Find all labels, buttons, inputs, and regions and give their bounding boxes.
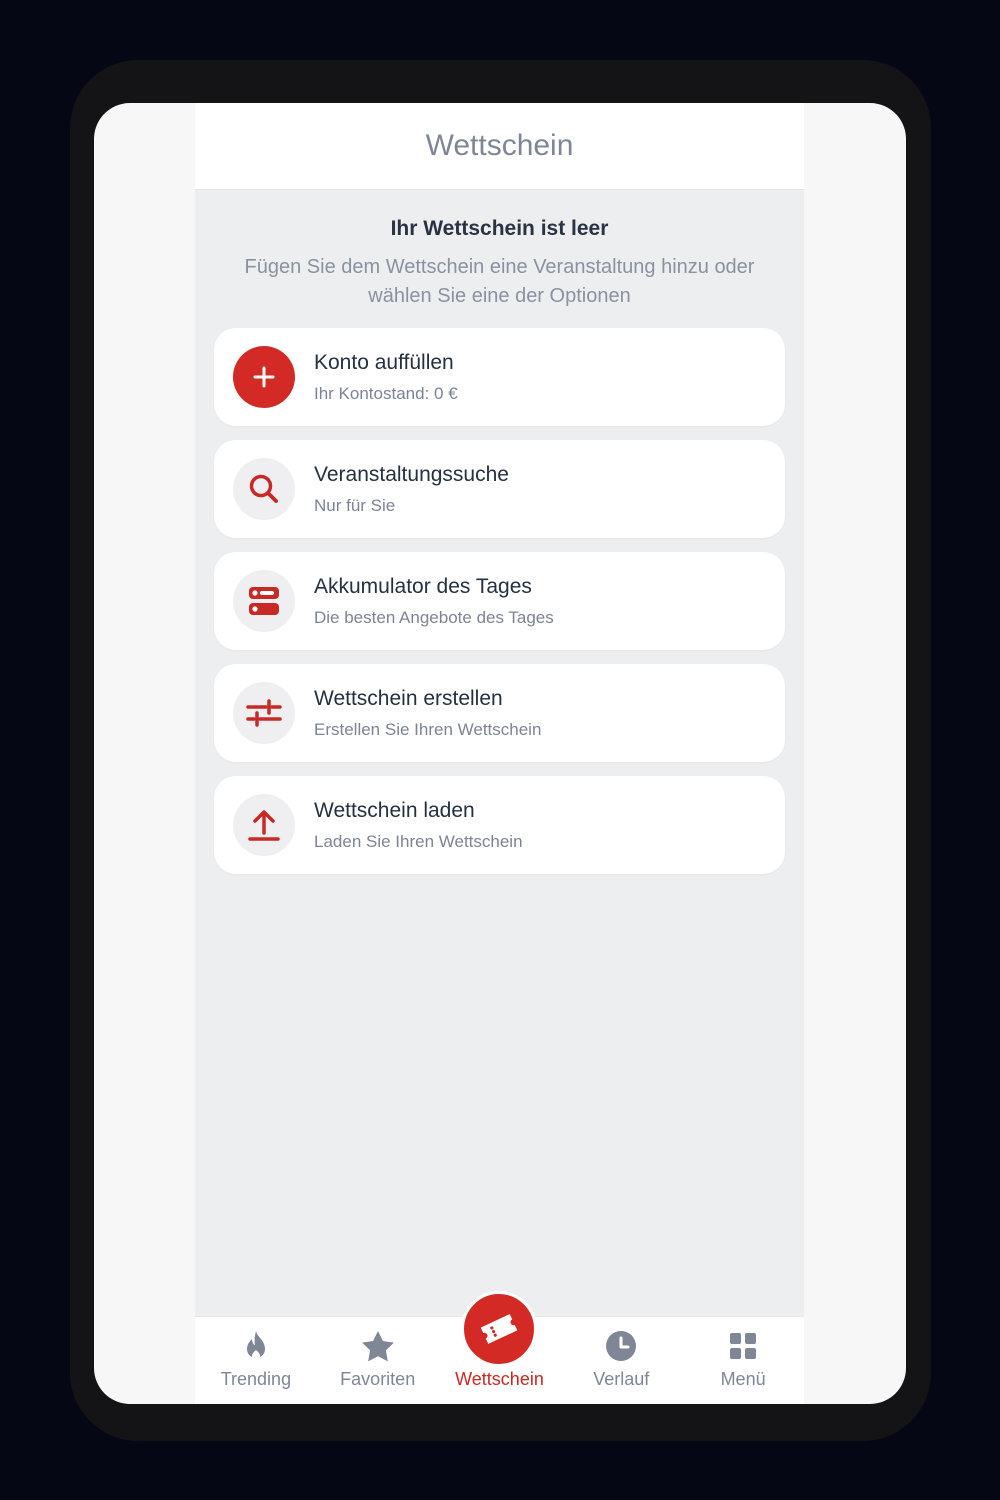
option-title: Wettschein laden — [314, 798, 475, 822]
app-container: Wettschein Ihr Wettschein ist leer Fügen… — [195, 103, 804, 1404]
option-top-up-account[interactable]: Konto auffüllen Ihr Kontostand: 0 € — [214, 328, 785, 426]
option-event-search[interactable]: Veranstaltungssuche Nur für Sie — [214, 440, 785, 538]
option-subtitle: Erstellen Sie Ihren Wettschein — [314, 719, 542, 739]
nav-label: Verlauf — [593, 1369, 650, 1389]
options-list: Konto auffüllen Ihr Kontostand: 0 € Vera… — [214, 328, 785, 888]
option-title: Akkumulator des Tages — [314, 574, 532, 598]
plus-icon — [233, 346, 295, 408]
header: Wettschein — [195, 103, 804, 190]
flame-icon — [242, 1329, 270, 1363]
option-title: Konto auffüllen — [314, 350, 454, 374]
option-subtitle: Nur für Sie — [314, 495, 396, 515]
option-subtitle: Laden Sie Ihren Wettschein — [314, 831, 523, 851]
search-icon — [233, 458, 295, 520]
nav-item-menu[interactable]: Menü — [682, 1317, 804, 1404]
nav-label: Trending — [220, 1369, 292, 1389]
option-load-betslip[interactable]: Wettschein laden Laden Sie Ihren Wettsch… — [214, 776, 785, 874]
option-subtitle: Die besten Angebote des Tages — [314, 607, 554, 627]
grid-icon — [729, 1329, 757, 1363]
nav-label: Menü — [720, 1369, 766, 1389]
option-create-betslip[interactable]: Wettschein erstellen Erstellen Sie Ihren… — [214, 664, 785, 762]
page-title: Wettschein — [425, 129, 574, 162]
empty-state-title: Ihr Wettschein ist leer — [390, 217, 609, 240]
nav-item-favorites[interactable]: Favoriten — [317, 1317, 439, 1404]
sliders-icon — [233, 682, 295, 744]
nav-label: Favoriten — [340, 1369, 416, 1389]
nav-item-trending[interactable]: Trending — [195, 1317, 317, 1404]
upload-icon — [233, 794, 295, 856]
accumulator-icon — [233, 570, 295, 632]
ticket-icon — [461, 1291, 538, 1367]
bottom-navigation: Trending Favoriten Wettschein Verlauf Me… — [195, 1291, 804, 1404]
screen: Wettschein Ihr Wettschein ist leer Fügen… — [94, 103, 906, 1404]
option-title: Veranstaltungssuche — [314, 462, 509, 486]
nav-item-betslip[interactable]: Wettschein — [439, 1291, 561, 1404]
nav-label: Wettschein — [455, 1369, 544, 1389]
option-accumulator-of-the-day[interactable]: Akkumulator des Tages Die besten Angebot… — [214, 552, 785, 650]
option-subtitle: Ihr Kontostand: 0 € — [314, 383, 458, 403]
nav-item-history[interactable]: Verlauf — [560, 1317, 682, 1404]
option-title: Wettschein erstellen — [314, 686, 503, 710]
clock-icon — [605, 1329, 637, 1363]
empty-state-subtitle: Fügen Sie dem Wettschein eine Veranstalt… — [244, 256, 755, 307]
star-icon — [361, 1329, 395, 1363]
